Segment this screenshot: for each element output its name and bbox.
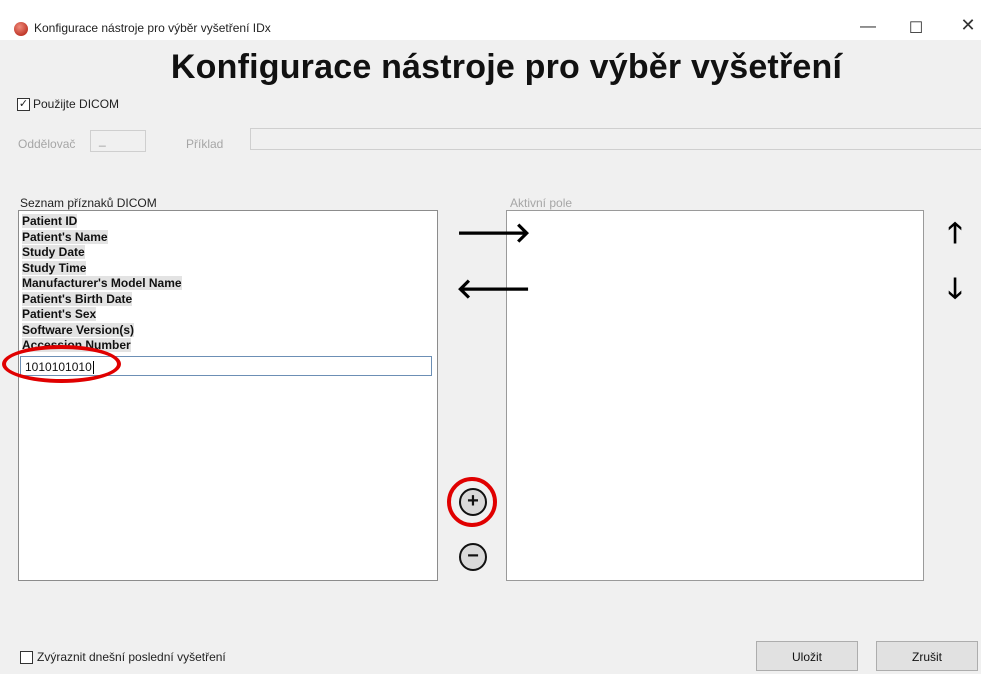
minimize-button[interactable]: — (853, 18, 883, 36)
remove-button[interactable]: − (459, 543, 487, 571)
move-down-button[interactable]: 🡓 (940, 274, 970, 304)
list-item[interactable]: Patient ID (19, 214, 437, 230)
list-item-label: Software Version(s) (22, 322, 135, 337)
list-item[interactable]: Study Time (19, 260, 437, 277)
dicom-list-label: Seznam příznaků DICOM (20, 196, 157, 210)
list-item-label: Patient's Birth Date (22, 291, 133, 306)
list-item-label: Patient's Name (22, 229, 108, 244)
dicom-item-edit-value: 1010101010 (25, 360, 92, 374)
list-item-label: Study Date (22, 245, 85, 259)
use-dicom-label: Použijte DICOM (33, 97, 120, 111)
list-item[interactable]: Accession Number (19, 338, 437, 354)
move-left-button[interactable]: 🡐 (456, 274, 531, 304)
example-input[interactable] (250, 128, 981, 150)
list-item[interactable]: Patient's Sex (19, 307, 437, 323)
list-item-label: Patient's Sex (22, 307, 97, 321)
save-button[interactable]: Uložit (756, 641, 858, 671)
separator-input[interactable]: _ (90, 130, 146, 152)
text-caret (92, 361, 94, 375)
add-button[interactable]: + (459, 488, 487, 516)
move-up-button[interactable]: 🡑 (940, 218, 970, 248)
highlight-today-checkbox[interactable] (20, 651, 33, 664)
separator-value: _ (99, 133, 106, 147)
use-dicom-checkbox[interactable]: ✓ (17, 98, 30, 111)
list-item[interactable]: Manufacturer's Model Name (19, 276, 437, 292)
dicom-tag-list[interactable]: Patient ID Patient's Name Study Date Study … (18, 210, 438, 581)
list-item[interactable]: Patient's Birth Date (19, 291, 437, 308)
maximize-button[interactable]: ☐ (901, 18, 931, 38)
list-item-label: Manufacturer's Model Name (22, 276, 182, 290)
close-button[interactable]: ✕ (953, 15, 981, 36)
list-item-label: Patient ID (22, 214, 78, 228)
active-fields-label: Aktivní pole (510, 196, 573, 210)
active-fields-list[interactable] (506, 210, 924, 581)
list-item[interactable]: Study Date (19, 245, 437, 261)
app-icon (14, 22, 28, 36)
title-bar: Konfigurace nástroje pro výběr vyšetření… (0, 0, 981, 40)
list-item-label: Study Time (22, 260, 87, 275)
cancel-button[interactable]: Zrušit (876, 641, 978, 671)
example-label: Příklad (186, 137, 224, 151)
window-title: Konfigurace nástroje pro výběr vyšetření… (34, 21, 271, 35)
page-title: Konfigurace nástroje pro výběr vyšetření (170, 48, 843, 86)
move-right-button[interactable]: 🡒 (456, 218, 531, 248)
list-item-label: Accession Number (22, 338, 131, 352)
highlight-today-label: Zvýraznit dnešní poslední vyšetření (37, 650, 226, 664)
list-item[interactable]: Patient's Name (19, 229, 437, 246)
dicom-tag-items: Patient ID Patient's Name Study Date Study … (19, 211, 437, 354)
separator-label: Oddělovač (18, 137, 76, 151)
dicom-item-edit-input[interactable]: 1010101010 (20, 356, 432, 376)
list-item[interactable]: Software Version(s) (19, 322, 437, 339)
